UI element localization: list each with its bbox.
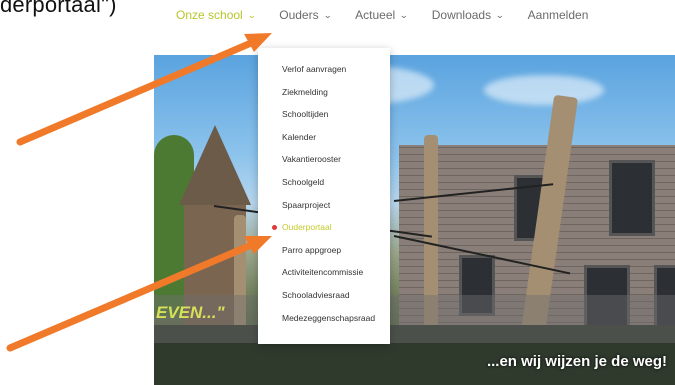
hero-caption-right: ...en wij wijzen je de weg! [486,353,667,370]
menu-item-label: Kalender [282,131,317,142]
menu-item-label: Verlof aanvragen [282,64,347,74]
nav-item-label: Downloads [431,8,492,22]
main-navigation: Onze school ⌄ Ouders ⌄ Actueel ⌄ Downloa… [176,8,612,22]
menu-item-activiteitencommissie[interactable]: Activiteitencommissie [258,261,390,284]
menu-item-label: Vakantierooster [282,154,341,165]
hero-caption-left: EVEN..." [156,303,225,322]
active-indicator-dot [272,225,277,231]
menu-item-label: Parro appgroep [282,244,342,255]
hero-image: EVEN..." ...en wij wijzen je de weg! [154,55,675,385]
nav-item-label: Ouders [279,8,319,22]
menu-item-label: Schooltijden [282,109,329,120]
menu-item-schoolgeld[interactable]: Schoolgeld [258,171,390,194]
menu-item-verlof-aanvragen[interactable]: Verlof aanvragen [258,58,390,81]
menu-item-spaarproject[interactable]: Spaarproject [258,194,390,217]
nav-item-onze-school[interactable]: Onze school ⌄ [176,8,257,22]
menu-item-ouderportaal[interactable]: Ouderportaal [258,216,390,239]
menu-item-label: Ziekmelding [282,86,328,97]
menu-item-label: Schoolgeld [282,176,325,187]
nav-item-label: Onze school [176,8,243,22]
menu-item-label: Medezeggenschapsraad [282,312,376,323]
menu-item-label: Activiteitencommissie [282,267,364,278]
nav-item-label: Aanmelden [527,8,589,22]
menu-item-label: Ouderportaal [282,222,332,233]
menu-item-label: Spaarproject [282,199,331,210]
chevron-down-icon: ⌄ [246,9,257,20]
menu-item-parro-appgroep[interactable]: Parro appgroep [258,239,390,262]
nav-item-label: Actueel [355,8,396,22]
nav-item-ouders[interactable]: Ouders ⌄ [279,8,332,22]
chevron-down-icon: ⌄ [399,9,409,20]
menu-item-schooladviesraad[interactable]: Schooladviesraad [258,284,390,307]
menu-item-ziekmelding[interactable]: Ziekmelding [258,81,390,104]
menu-item-medezeggenschapsraad[interactable]: Medezeggenschapsraad [258,307,390,330]
menu-item-label: Schooladviesraad [282,289,350,300]
menu-item-vakantierooster[interactable]: Vakantierooster [258,148,390,171]
menu-item-kalender[interactable]: Kalender [258,126,390,149]
playground-tower-roof [179,125,251,205]
document-text-fragment: derportaal") [0,0,117,17]
ouders-dropdown-menu: Verlof aanvragen Ziekmelding Schooltijde… [258,48,390,344]
nav-item-downloads[interactable]: Downloads ⌄ [431,8,505,22]
chevron-down-icon: ⌄ [322,9,332,20]
nav-item-actueel[interactable]: Actueel ⌄ [355,8,408,22]
nav-item-aanmelden[interactable]: Aanmelden [528,8,589,22]
menu-item-schooltijden[interactable]: Schooltijden [258,103,390,126]
chevron-down-icon: ⌄ [495,9,505,20]
